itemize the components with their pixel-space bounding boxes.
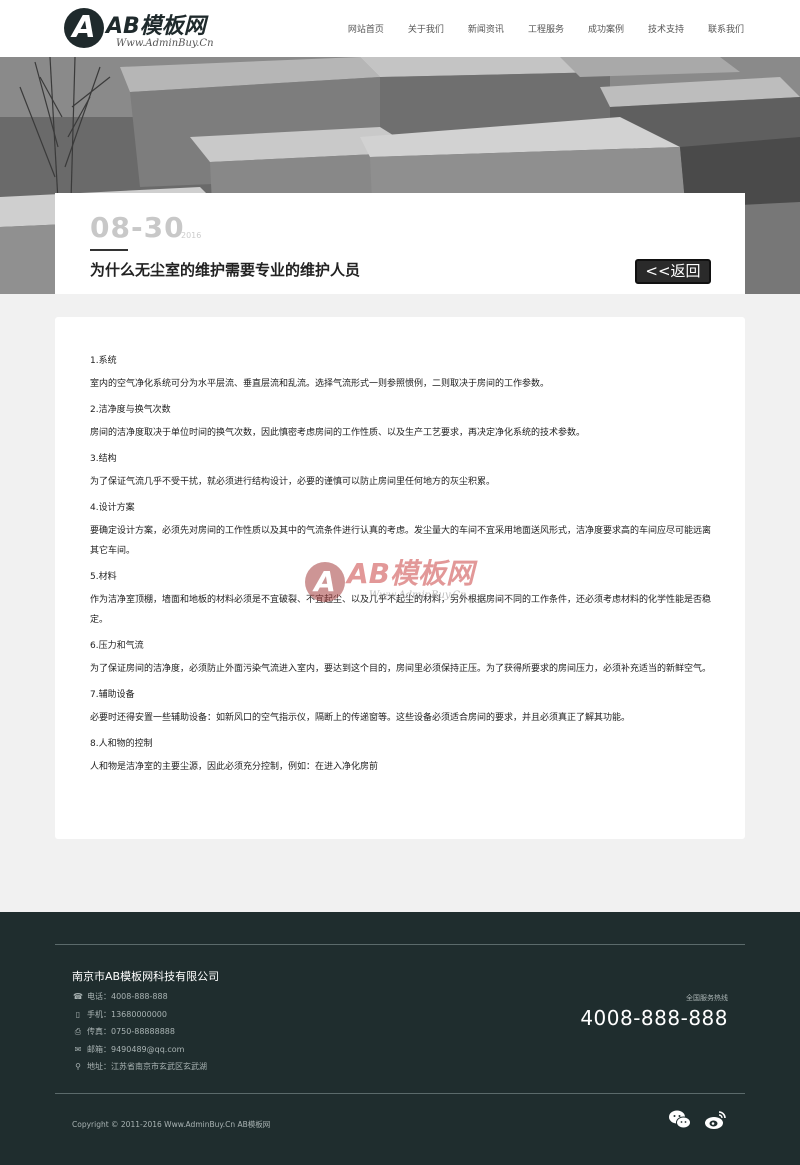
footer-divider-bottom [55,1093,745,1094]
section-body: 为了保证气流几乎不受干扰，就必须进行结构设计，必要的谨慎可以防止房间里任何地方的… [90,477,496,487]
section-title: 8.人和物的控制 [90,739,153,749]
copyright-text: Copyright © 2011-2016 Www.AdminBuy.Cn AB… [72,1120,271,1129]
mobile-icon: ▯ [75,1009,81,1019]
article-body: 1.系统 室内的空气净化系统可分为水平层流、垂直层流和乱流。选择气流形式一则参照… [90,353,712,785]
contact-info-list: ☎ 电话：4008-888-888 ▯ 手机：13680000000 ⎙ 传真：… [72,988,207,1076]
contact-address-text: 地址：江苏省南京市玄武区玄武湖 [87,1062,207,1071]
nav-item-cases[interactable]: 成功案例 [588,22,624,35]
contact-fax: ⎙ 传真：0750-88888888 [72,1023,207,1041]
nav-item-contact[interactable]: 联系我们 [708,22,744,35]
contact-fax-text: 传真：0750-88888888 [87,1027,175,1036]
section-title: 7.辅助设备 [90,690,135,700]
section-title: 1.系统 [90,356,117,366]
contact-mobile-text: 手机：13680000000 [87,1009,167,1019]
article-title: 为什么无尘室的维护需要专业的维护人员 [90,261,361,279]
section-title: 5.材料 [90,572,117,582]
article-date: 08-30 [90,211,185,244]
section-title: 3.结构 [90,454,117,464]
weibo-icon[interactable] [704,1108,728,1132]
section-body: 作为洁净室顶棚，墙面和地板的材料必须是不宜破裂、不宜起尘、以及几乎不起尘的材料，… [90,595,712,625]
contact-email: ✉ 邮箱：9490489@qq.com [72,1041,207,1059]
contact-phone: ☎ 电话：4008-888-888 [72,988,207,1006]
nav-item-about[interactable]: 关于我们 [408,22,444,35]
footer-divider-top [55,944,745,945]
contact-phone-text: 电话：4008-888-888 [87,992,168,1001]
logo-subtitle: Www.AdminBuy.Cn [116,38,214,49]
date-divider [90,249,128,251]
section-title: 2.洁净度与换气次数 [90,405,171,415]
logo-badge: A [64,8,104,48]
contact-mobile: ▯ 手机：13680000000 [72,1006,207,1024]
company-name: 南京市AB模板网科技有限公司 [72,970,220,983]
section-body: 为了保证房间的洁净度，必须防止外面污染气流进入室内，要达到这个目的，房间里必须保… [90,664,712,674]
mail-icon: ✉ [74,1044,82,1054]
logo-text: AB模板网 [106,14,206,39]
site-logo[interactable]: A AB模板网 Www.AdminBuy.Cn [64,8,234,52]
site-header: A AB模板网 Www.AdminBuy.Cn 网站首页 关于我们 新闻资讯 工… [0,0,800,57]
section-body: 房间的洁净度取决于单位时间的换气次数，因此慎密考虑房间的工作性质、以及生产工艺要… [90,428,586,438]
section-body: 人和物是洁净室的主要尘源，因此必须充分控制，例如：在进入净化房前 [90,762,379,772]
location-icon: ⚲ [75,1062,81,1071]
social-links [656,1108,728,1132]
hotline-label: 全国服务热线 [686,994,728,1002]
nav-item-support[interactable]: 技术支持 [648,22,684,35]
wechat-icon[interactable] [668,1108,692,1132]
section-title: 6.压力和气流 [90,641,144,651]
section-body: 室内的空气净化系统可分为水平层流、垂直层流和乱流。选择气流形式一则参照惯例，二则… [90,379,550,389]
fax-icon: ⎙ [74,1027,82,1036]
contact-email-text: 邮箱：9490489@qq.com [87,1044,185,1054]
nav-item-home[interactable]: 网站首页 [348,22,384,35]
article-content-card: 1.系统 室内的空气净化系统可分为水平层流、垂直层流和乱流。选择气流形式一则参照… [55,317,745,839]
section-body: 要确定设计方案，必须先对房间的工作性质以及其中的气流条件进行认真的考虑。发尘量大… [90,526,712,556]
article-title-card: 08-30 2016 为什么无尘室的维护需要专业的维护人员 <<返回 [55,193,745,294]
section-body: 必要时还得安置一些辅助设备：如新风口的空气指示仪，隔断上的传递窗等。这些设备必须… [90,713,631,723]
contact-address: ⚲ 地址：江苏省南京市玄武区玄武湖 [72,1058,207,1076]
nav-item-services[interactable]: 工程服务 [528,22,564,35]
article-year: 2016 [181,231,202,240]
nav-item-news[interactable]: 新闻资讯 [468,22,504,35]
hotline-number: 4008-888-888 [580,1006,728,1030]
site-footer: 南京市AB模板网科技有限公司 ☎ 电话：4008-888-888 ▯ 手机：13… [0,912,800,1165]
phone-icon: ☎ [73,992,83,1001]
main-nav: 网站首页 关于我们 新闻资讯 工程服务 成功案例 技术支持 联系我们 [324,0,744,57]
section-title: 4.设计方案 [90,503,135,513]
back-button[interactable]: <<返回 [635,259,711,284]
